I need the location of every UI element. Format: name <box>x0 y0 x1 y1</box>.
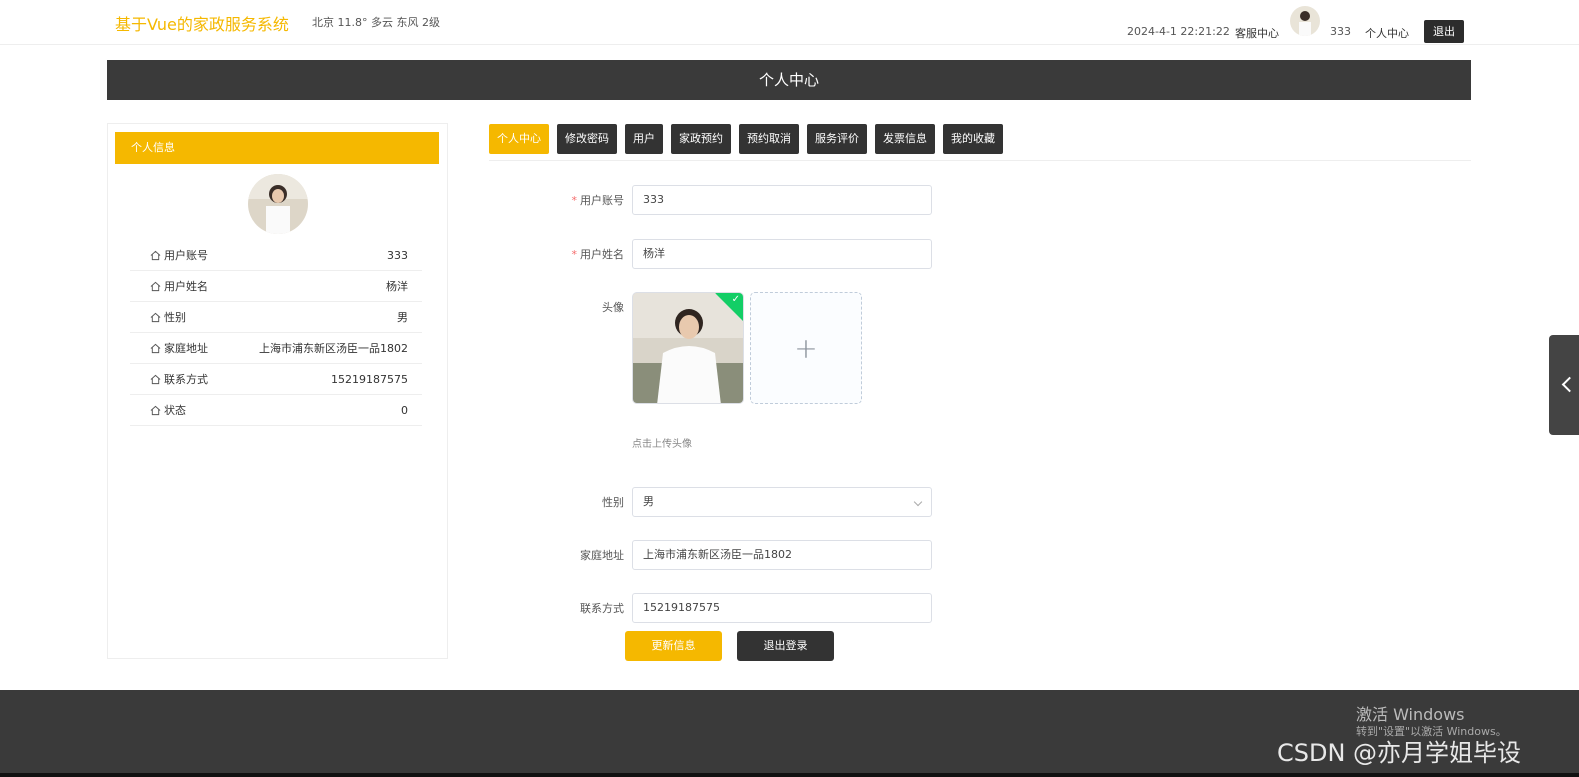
gender-value: 男 <box>643 495 654 508</box>
service-center-link[interactable]: 客服中心 <box>1235 25 1279 41</box>
update-info-button[interactable]: 更新信息 <box>625 631 722 661</box>
tab-service-review[interactable]: 服务评价 <box>807 124 867 154</box>
name-label: * 用户姓名 <box>571 248 625 261</box>
info-card-title: 个人信息 <box>115 132 439 164</box>
info-list: 用户账号 333 用户姓名 杨洋 性别 男 家庭地址 上海市浦东新区汤臣一品18… <box>130 240 422 426</box>
info-label: 状态 <box>164 404 186 417</box>
tab-booking-cancel[interactable]: 预约取消 <box>739 124 799 154</box>
top-bar: 基于Vue的家政服务系统 北京 11.8° 多云 东风 2级 2024-4-1 … <box>0 0 1579 45</box>
home-icon <box>150 281 161 291</box>
account-input[interactable]: 333 <box>632 185 932 215</box>
info-row-phone: 联系方式 15219187575 <box>130 364 422 395</box>
info-value: 0 <box>401 403 408 417</box>
datetime: 2024-4-1 22:21:22 <box>1127 25 1230 38</box>
info-label: 用户姓名 <box>164 280 208 293</box>
tab-booking[interactable]: 家政预约 <box>671 124 731 154</box>
avatar-label: 头像 <box>602 301 624 314</box>
info-label: 性别 <box>164 311 186 324</box>
avatar-upload-button[interactable]: + <box>750 292 862 404</box>
account-label: * 用户账号 <box>571 194 625 207</box>
plus-icon: + <box>794 331 818 365</box>
windows-activation-title: 激活 Windows <box>1356 705 1465 724</box>
address-label: 家庭地址 <box>580 549 624 562</box>
info-avatar <box>248 174 308 234</box>
info-value: 杨洋 <box>386 280 408 293</box>
personal-center-link[interactable]: 个人中心 <box>1365 25 1409 41</box>
bottom-strip <box>0 773 1579 777</box>
info-row-gender: 性别 男 <box>130 302 422 333</box>
info-value: 15219187575 <box>331 372 408 386</box>
info-value: 333 <box>387 248 408 262</box>
info-row-status: 状态 0 <box>130 395 422 426</box>
info-row-account: 用户账号 333 <box>130 240 422 271</box>
weather-info: 北京 11.8° 多云 东风 2级 <box>312 16 440 29</box>
info-row-address: 家庭地址 上海市浦东新区汤臣一品1802 <box>130 333 422 364</box>
info-value: 上海市浦东新区汤臣一品1802 <box>259 342 408 355</box>
info-label: 用户账号 <box>164 249 208 262</box>
page-banner: 个人中心 <box>107 60 1471 100</box>
tab-bar: 个人中心 修改密码 用户 家政预约 预约取消 服务评价 发票信息 我的收藏 <box>489 124 1003 154</box>
logout-button[interactable]: 退出 <box>1424 20 1464 43</box>
tab-favorites[interactable]: 我的收藏 <box>943 124 1003 154</box>
info-row-name: 用户姓名 杨洋 <box>130 271 422 302</box>
side-drawer-toggle[interactable] <box>1549 335 1579 435</box>
avatar-preview[interactable]: ✓ <box>632 292 744 404</box>
name-input[interactable]: 杨洋 <box>632 239 932 269</box>
tabs-divider <box>489 160 1471 161</box>
tab-user[interactable]: 用户 <box>625 124 663 154</box>
phone-label: 联系方式 <box>580 602 624 615</box>
gender-label: 性别 <box>602 496 624 509</box>
csdn-watermark: CSDN @亦月学姐毕设 <box>1277 739 1522 767</box>
home-icon <box>150 250 161 260</box>
chevron-down-icon <box>913 497 923 507</box>
gender-select[interactable]: 男 <box>632 487 932 517</box>
top-username: 333 <box>1330 25 1351 38</box>
top-avatar[interactable] <box>1290 6 1320 36</box>
info-value: 男 <box>397 311 408 324</box>
check-icon: ✓ <box>731 294 740 305</box>
home-icon <box>150 405 161 415</box>
upload-tip: 点击上传头像 <box>632 439 692 450</box>
home-icon <box>150 312 161 322</box>
tab-change-password[interactable]: 修改密码 <box>557 124 617 154</box>
address-input[interactable]: 上海市浦东新区汤臣一品1802 <box>632 540 932 570</box>
home-icon <box>150 343 161 353</box>
tab-personal-center[interactable]: 个人中心 <box>489 124 549 154</box>
personal-info-card: 个人信息 用户账号 333 用户姓名 杨洋 性别 男 家庭地址 上海市浦东新区汤… <box>107 123 448 659</box>
chevron-left-icon <box>1561 376 1578 393</box>
tab-invoice[interactable]: 发票信息 <box>875 124 935 154</box>
info-label: 家庭地址 <box>164 342 208 355</box>
site-title[interactable]: 基于Vue的家政服务系统 <box>115 11 289 35</box>
home-icon <box>150 374 161 384</box>
logout-account-button[interactable]: 退出登录 <box>737 631 834 661</box>
phone-input[interactable]: 15219187575 <box>632 593 932 623</box>
info-label: 联系方式 <box>164 373 208 386</box>
